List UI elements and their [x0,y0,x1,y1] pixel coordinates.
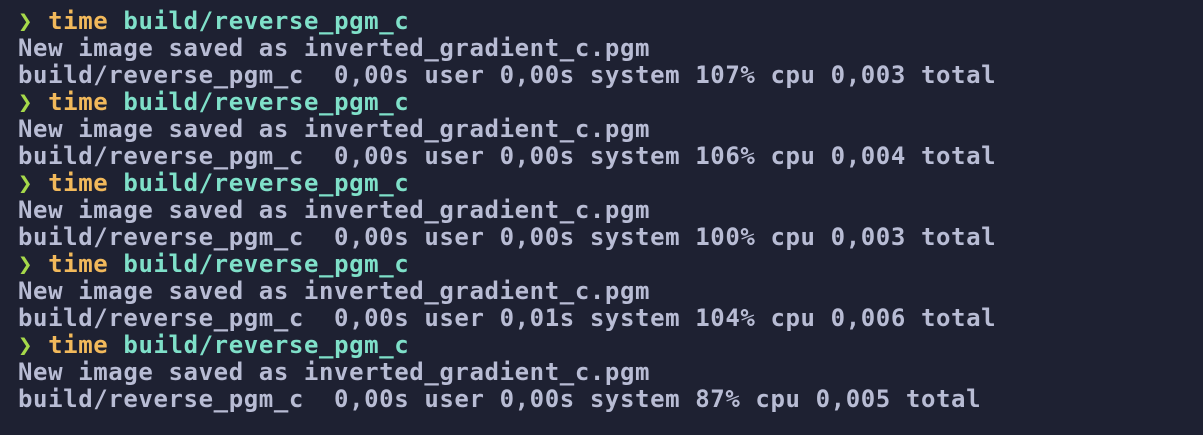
command-line: ❯ time build/reverse_pgm_c [18,332,1203,359]
timing-output: build/reverse_pgm_c 0,00s user 0,00s sys… [18,223,997,251]
timing-output: build/reverse_pgm_c 0,00s user 0,00s sys… [18,385,982,413]
timing-output: build/reverse_pgm_c 0,00s user 0,01s sys… [18,304,997,332]
command-line: ❯ time build/reverse_pgm_c [18,251,1203,278]
output-message: New image saved as inverted_gradient_c.p… [18,115,651,143]
output-message: New image saved as inverted_gradient_c.p… [18,34,651,62]
prompt-chevron-icon: ❯ [18,7,34,35]
command-argument: build/reverse_pgm_c [123,7,410,35]
terminal-window[interactable]: ❯ time build/reverse_pgm_c New image sav… [0,0,1203,435]
prompt-chevron-icon: ❯ [18,331,34,359]
prompt-chevron-icon: ❯ [18,169,34,197]
command-argument: build/reverse_pgm_c [123,250,410,278]
command-line: ❯ time build/reverse_pgm_c [18,89,1203,116]
command-name: time [48,331,109,359]
output-message: New image saved as inverted_gradient_c.p… [18,358,651,386]
command-name: time [48,250,109,278]
command-argument: build/reverse_pgm_c [123,331,410,359]
prompt-chevron-icon: ❯ [18,88,34,116]
output-message: New image saved as inverted_gradient_c.p… [18,277,651,305]
command-line: ❯ time build/reverse_pgm_c [18,170,1203,197]
command-argument: build/reverse_pgm_c [123,169,410,197]
command-name: time [48,169,109,197]
command-line: ❯ time build/reverse_pgm_c [18,8,1203,35]
command-argument: build/reverse_pgm_c [123,88,410,116]
timing-output: build/reverse_pgm_c 0,00s user 0,00s sys… [18,142,997,170]
command-name: time [48,7,109,35]
timing-output: build/reverse_pgm_c 0,00s user 0,00s sys… [18,61,997,89]
output-message: New image saved as inverted_gradient_c.p… [18,196,651,224]
prompt-chevron-icon: ❯ [18,250,34,278]
command-name: time [48,88,109,116]
